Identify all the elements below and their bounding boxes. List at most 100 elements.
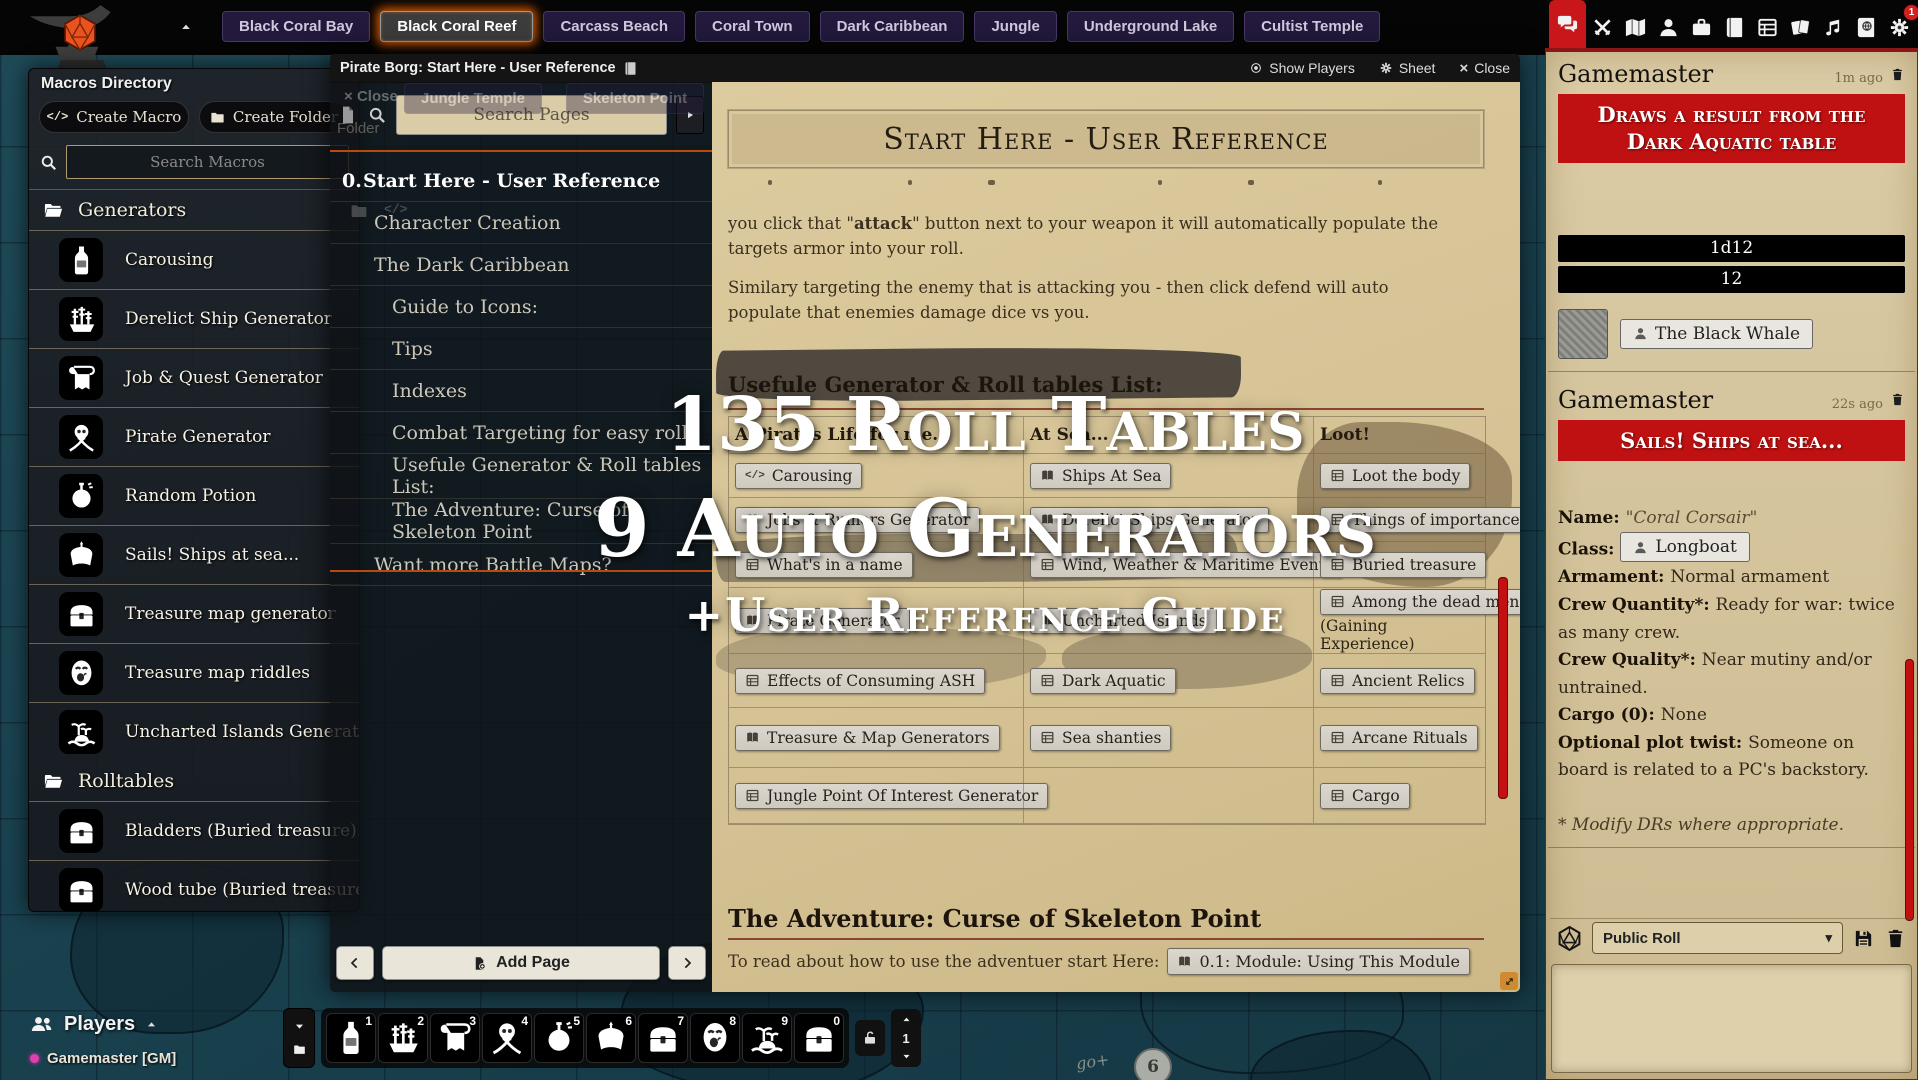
- macro-folder-generators[interactable]: Generators: [29, 190, 359, 230]
- module-link-button[interactable]: 0.1: Module: Using This Module: [1167, 948, 1470, 975]
- foundry-logo[interactable]: [24, 2, 136, 78]
- toc-item-want-more-battle-maps[interactable]: Want more Battle Maps?: [330, 544, 712, 586]
- link-button-effects-of-consuming-ash[interactable]: Effects of Consuming ASH: [735, 668, 985, 694]
- macro-item-random-potion[interactable]: Random Potion: [29, 466, 359, 525]
- resize-handle[interactable]: [1500, 972, 1518, 990]
- hotbar-slot-2[interactable]: 2: [378, 1013, 428, 1063]
- sheet-config-button[interactable]: Sheet: [1379, 60, 1436, 76]
- link-button-jobs-rumors-generator[interactable]: Jobs & Rumors Generator: [735, 507, 980, 533]
- link-button-wind-weather-maritime-events[interactable]: Wind, Weather & Maritime Events: [1030, 552, 1343, 578]
- toc-item-guide-to-icons[interactable]: Guide to Icons:: [330, 286, 712, 328]
- sidebar-tab-items[interactable]: [1685, 6, 1718, 48]
- sidebar-tab-rolltables[interactable]: [1751, 6, 1784, 48]
- toc-item-the-dark-caribbean[interactable]: The Dark Caribbean: [330, 244, 712, 286]
- next-page-button[interactable]: [668, 946, 706, 980]
- hotbar-menu-control[interactable]: [283, 1008, 315, 1068]
- macro-item-bladders-buried-treasure[interactable]: Bladders (Buried treasure).: [29, 801, 359, 860]
- link-button-arcane-rituals[interactable]: Arcane Rituals: [1320, 725, 1478, 751]
- sidebar-tab-compendium[interactable]: [1850, 6, 1883, 48]
- sidebar-tab-playlists[interactable]: [1817, 6, 1850, 48]
- hotbar-slot-0[interactable]: 0: [794, 1013, 844, 1063]
- roll-formula[interactable]: 1d12: [1558, 235, 1905, 262]
- previous-page-button[interactable]: [336, 946, 374, 980]
- link-button-sea-shanties[interactable]: Sea shanties: [1030, 725, 1171, 751]
- link-button-among-the-dead-men-y[interactable]: Among the dead men y: [1320, 589, 1520, 615]
- hotbar-lock-button[interactable]: [855, 1020, 885, 1056]
- create-folder-button[interactable]: Create Folder: [199, 101, 349, 133]
- scene-tab-cultist-temple[interactable]: Cultist Temple: [1244, 11, 1380, 42]
- macro-item-wood-tube-buried-treasure[interactable]: Wood tube (Buried treasure): [29, 860, 359, 912]
- hotbar-slot-9[interactable]: 9: [742, 1013, 792, 1063]
- link-button-dark-aquatic[interactable]: Dark Aquatic: [1030, 668, 1176, 694]
- link-button-things-of-importance[interactable]: Things of importance: [1320, 507, 1520, 533]
- scene-tab-black-coral-bay[interactable]: Black Coral Bay: [222, 11, 370, 42]
- save-log-icon[interactable]: [1852, 927, 1875, 950]
- close-button[interactable]: × Close: [1459, 60, 1510, 77]
- chat-scrollbar[interactable]: [1905, 659, 1914, 921]
- sidebar-tab-combat[interactable]: [1586, 6, 1619, 48]
- toc-item-combat-targeting-for-easy-rolls[interactable]: Combat Targeting for easy rolls: [330, 412, 712, 454]
- macros-search-input[interactable]: [66, 145, 349, 179]
- scene-tab-black-coral-reef[interactable]: Black Coral Reef: [380, 11, 533, 42]
- scene-tab-carcass-beach[interactable]: Carcass Beach: [543, 11, 685, 42]
- add-page-button[interactable]: Add Page: [382, 946, 660, 980]
- toc-item-tips[interactable]: Tips: [330, 328, 712, 370]
- hotbar-slot-4[interactable]: 4: [482, 1013, 532, 1063]
- macro-item-uncharted-islands-generator[interactable]: Uncharted Islands Generator: [29, 702, 359, 761]
- link-button-carousing[interactable]: </>Carousing: [735, 463, 862, 489]
- hotbar-slot-8[interactable]: 8: [690, 1013, 740, 1063]
- link-button-ancient-relics[interactable]: Ancient Relics: [1320, 668, 1475, 694]
- delete-message-icon[interactable]: [1890, 67, 1905, 82]
- toc-item-the-adventure-curse-of-skeleton-point[interactable]: The Adventure: Curse of Skeleton Point: [330, 499, 712, 544]
- show-players-button[interactable]: Show Players: [1249, 60, 1355, 76]
- link-button-cargo[interactable]: Cargo: [1320, 783, 1410, 809]
- macro-item-pirate-generator[interactable]: Pirate Generator: [29, 407, 359, 466]
- link-button-ships-at-sea[interactable]: Ships At Sea: [1030, 463, 1171, 489]
- nav-collapse-icon[interactable]: [178, 20, 194, 34]
- map-token[interactable]: 6: [1134, 1048, 1172, 1080]
- sidebar-tab-cards[interactable]: [1784, 6, 1817, 48]
- link-button-uncharted-islands[interactable]: Uncharted Islands: [1030, 608, 1217, 634]
- macro-item-job-quest-generator[interactable]: Job & Quest Generator: [29, 348, 359, 407]
- journal-titlebar[interactable]: Pirate Borg: Start Here - User Reference…: [330, 54, 1520, 83]
- scene-tab-jungle-temple[interactable]: Jungle Temple: [404, 83, 542, 114]
- toc-item-indexes[interactable]: Indexes: [330, 370, 712, 412]
- chat-input[interactable]: [1551, 964, 1912, 1073]
- sidebar-tab-journal[interactable]: [1718, 6, 1751, 48]
- hotbar-slot-7[interactable]: 7: [638, 1013, 688, 1063]
- macro-item-carousing[interactable]: Carousing: [29, 230, 359, 289]
- sidebar-tab-settings[interactable]: 1: [1883, 6, 1916, 48]
- hotbar-slot-6[interactable]: 6: [586, 1013, 636, 1063]
- scene-tab-skeleton-point[interactable]: Skeleton Point: [566, 83, 704, 114]
- hotbar-slot-1[interactable]: 1: [326, 1013, 376, 1063]
- toc-item-usefule-generator-roll-tables-list[interactable]: Usefule Generator & Roll tables List:: [330, 454, 712, 499]
- sidebar-tab-actors[interactable]: [1652, 6, 1685, 48]
- scene-tab-jungle[interactable]: Jungle: [974, 11, 1056, 42]
- sidebar-tab-chat[interactable]: [1549, 0, 1586, 48]
- journal-scrollbar[interactable]: [1498, 577, 1508, 799]
- link-button-loot-the-body[interactable]: Loot the body: [1320, 463, 1470, 489]
- macro-folder-rolltables[interactable]: Rolltables: [29, 761, 359, 801]
- hotbar-page-control[interactable]: 1: [891, 1009, 921, 1067]
- ship-class-button[interactable]: Longboat: [1620, 532, 1749, 562]
- clear-log-icon[interactable]: [1884, 927, 1907, 950]
- scene-tab-coral-town[interactable]: Coral Town: [695, 11, 810, 42]
- hotbar-slot-5[interactable]: 5: [534, 1013, 584, 1063]
- scene-tab-dark-caribbean[interactable]: Dark Caribbean: [820, 11, 965, 42]
- toc-item-start-here-user-reference[interactable]: 0.Start Here - User Reference: [330, 160, 712, 202]
- link-button-treasure-map-generators[interactable]: Treasure & Map Generators: [735, 725, 1000, 751]
- dice-d20-icon[interactable]: [1556, 925, 1583, 952]
- delete-message-icon[interactable]: [1890, 392, 1905, 407]
- scene-tab-underground-lake[interactable]: Underground Lake: [1067, 11, 1234, 42]
- result-link-button[interactable]: The Black Whale: [1620, 319, 1813, 349]
- roll-mode-select[interactable]: Public Roll ▾: [1592, 922, 1843, 954]
- macro-item-derelict-ship-generator[interactable]: Derelict Ship Generator: [29, 289, 359, 348]
- link-button-what-s-in-a-name[interactable]: What's in a name: [735, 552, 913, 578]
- create-macro-button[interactable]: </> Create Macro: [39, 101, 189, 133]
- link-button-pirate-generator[interactable]: Pirate Generator: [735, 608, 910, 634]
- link-button-derelict-ships-generator[interactable]: Derelict Ships Generator: [1030, 507, 1269, 533]
- sidebar-tab-scenes[interactable]: [1619, 6, 1652, 48]
- link-button-jungle-point-of-interest-generator[interactable]: Jungle Point Of Interest Generator: [735, 783, 1048, 809]
- macro-item-sails-ships-at-sea[interactable]: Sails! Ships at sea...: [29, 525, 359, 584]
- macro-item-treasure-map-generator[interactable]: Treasure map generator: [29, 584, 359, 643]
